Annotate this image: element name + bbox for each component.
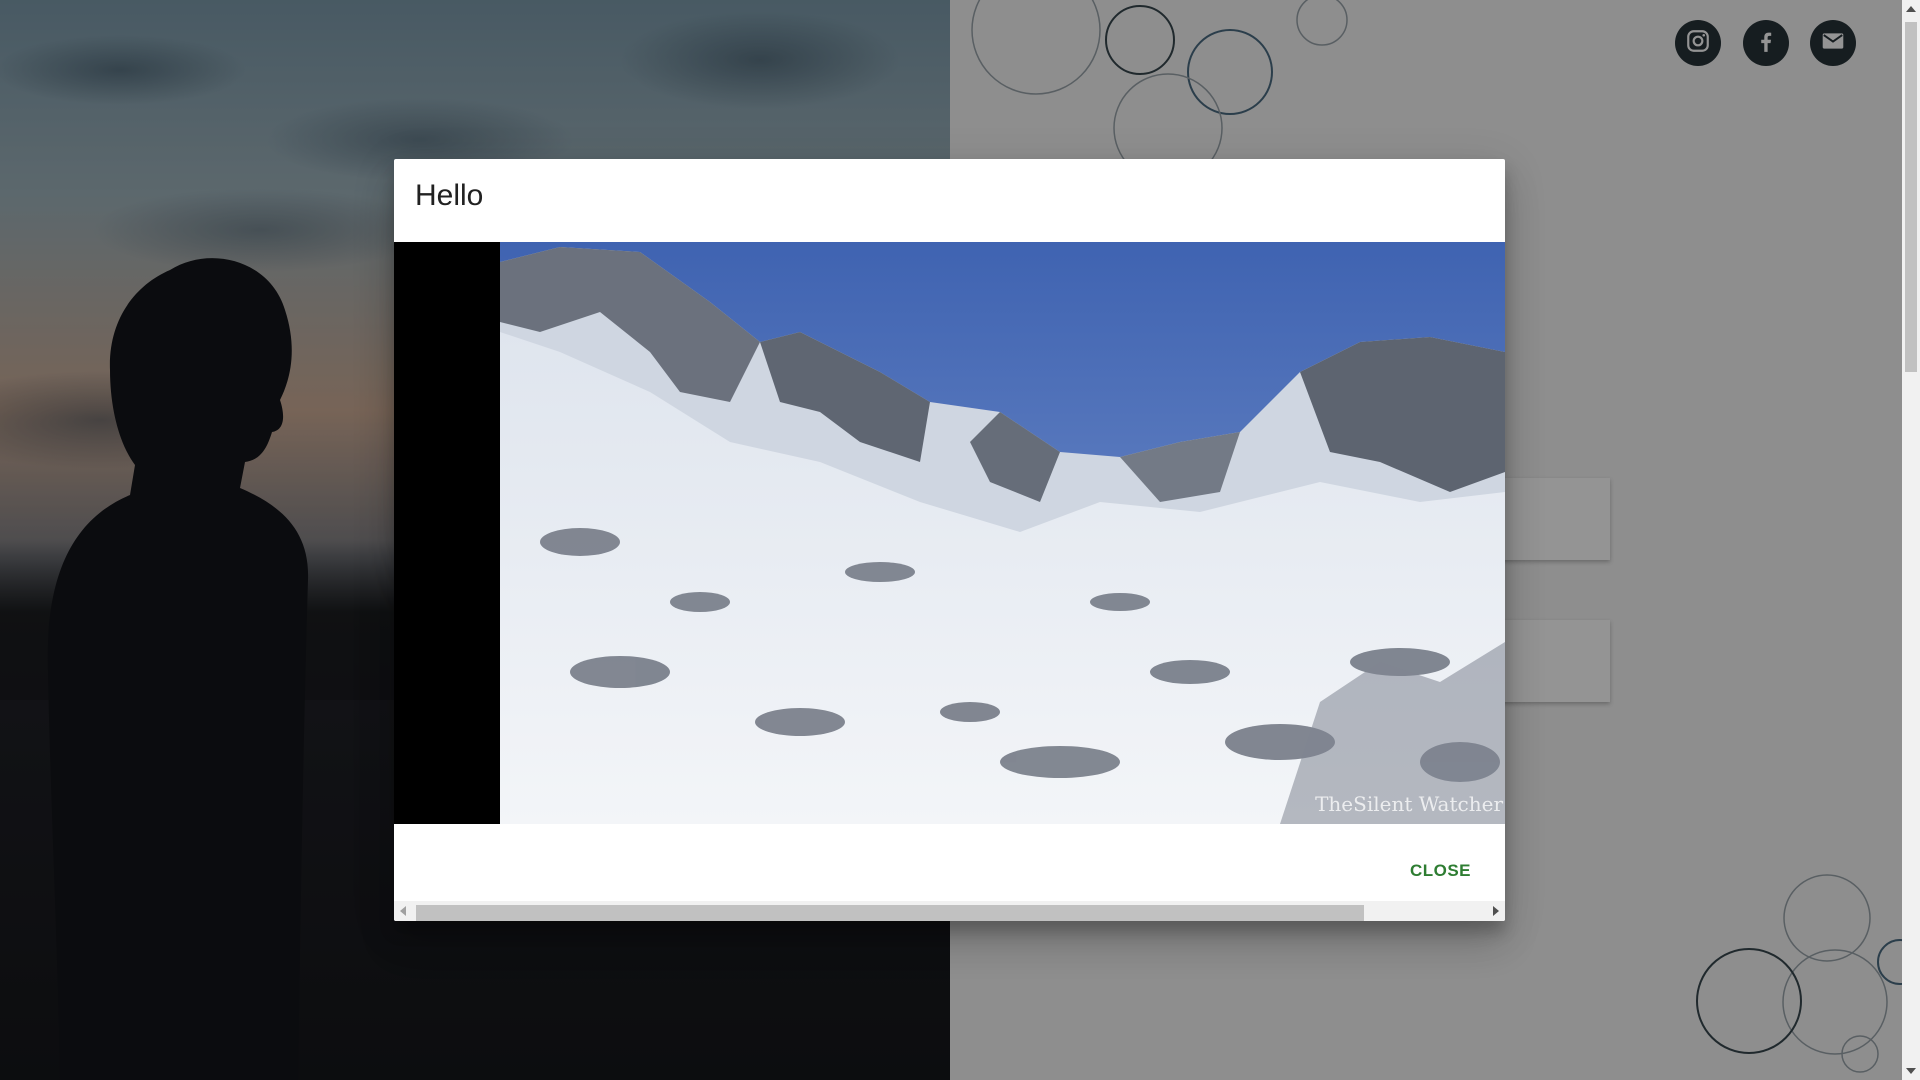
scroll-right-arrow[interactable]: [1493, 906, 1499, 916]
modal-title: Hello: [415, 179, 484, 212]
video-watermark: TheSilent Watcher: [1315, 792, 1503, 816]
modal-horizontal-scrollbar[interactable]: [394, 901, 1505, 921]
video-modal-dialog: Hello TheSilent Watcher CLOSE: [394, 159, 1505, 921]
scroll-down-arrow[interactable]: [1906, 1068, 1916, 1074]
page-vertical-scrollbar[interactable]: [1902, 0, 1920, 1080]
video-player[interactable]: TheSilent Watcher: [394, 242, 1505, 824]
close-button[interactable]: CLOSE: [1404, 855, 1477, 887]
scrollbar-thumb[interactable]: [416, 905, 1364, 921]
scroll-left-arrow[interactable]: [400, 906, 406, 916]
video-frame: [500, 242, 1505, 824]
scroll-up-arrow[interactable]: [1906, 6, 1916, 12]
scrollbar-thumb[interactable]: [1905, 22, 1917, 372]
